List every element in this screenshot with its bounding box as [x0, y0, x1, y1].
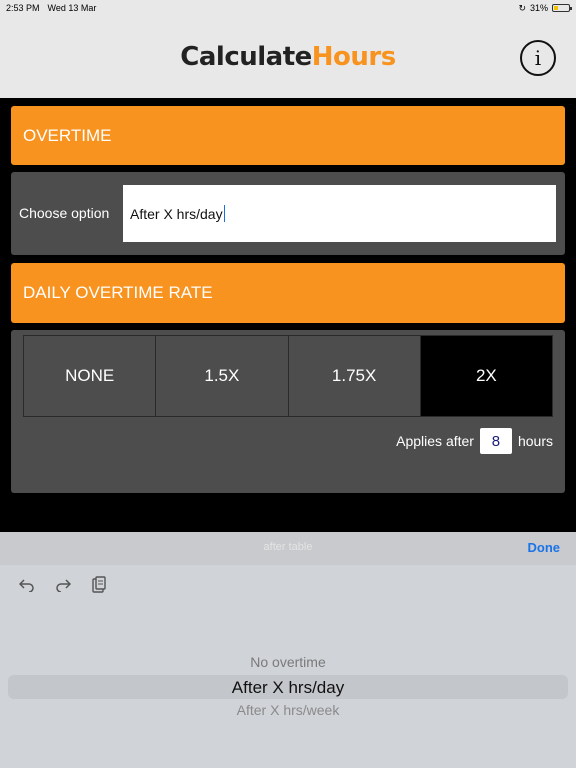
status-right: ↻ 31% [518, 2, 572, 14]
hours-unit-label: hours [517, 433, 553, 449]
applies-after-label: Applies after [396, 433, 474, 449]
daily-overtime-rate-header: DAILY OVERTIME RATE [11, 263, 565, 323]
daily-rate-panel: NONE 1.5X 1.75X 2X Applies after 8 hours [11, 330, 565, 493]
picker-item-no-overtime[interactable]: No overtime [0, 654, 576, 670]
picker-item-after-hrs-week[interactable]: After X hrs/week [0, 702, 576, 718]
status-date: Wed 13 Mar [47, 3, 97, 13]
picker-title: after table [263, 541, 313, 553]
overtime-option-field[interactable]: After X hrs/day [123, 185, 556, 242]
shortcut-bar [18, 575, 108, 595]
logo-part-hours: Hours [311, 42, 396, 72]
daily-overtime-rate-label: DAILY OVERTIME RATE [23, 283, 213, 302]
choose-option-label: Choose option [19, 205, 110, 221]
done-button[interactable]: Done [528, 540, 561, 555]
overtime-header: OVERTIME [11, 106, 565, 165]
rate-option-1-5x[interactable]: 1.5X [156, 336, 289, 416]
redo-icon[interactable] [54, 575, 72, 595]
rate-option-none[interactable]: NONE [24, 336, 157, 416]
rate-segmented-control: NONE 1.5X 1.75X 2X [23, 335, 553, 417]
overtime-header-label: OVERTIME [23, 125, 112, 145]
rate-option-2x[interactable]: 2X [420, 336, 552, 416]
status-bar: 2:53 PM Wed 13 Mar ↻ 31% [0, 0, 576, 16]
overtime-option-value: After X hrs/day [130, 205, 223, 222]
battery-fill [554, 6, 559, 10]
picker-toolbar: after table Done [0, 532, 576, 565]
picker-area: No overtime After X hrs/day After X hrs/… [0, 565, 576, 768]
text-caret [223, 205, 225, 222]
overtime-option-panel: Choose option After X hrs/day [11, 172, 565, 255]
rate-option-1-75x[interactable]: 1.75X [288, 336, 421, 416]
battery-percent: 31% [529, 3, 548, 13]
status-left: 2:53 PM Wed 13 Mar [6, 3, 96, 13]
info-icon: i [534, 46, 542, 70]
logo-part-calculate: Calculate [180, 42, 312, 72]
status-time: 2:53 PM [6, 3, 40, 13]
picker-item-after-hrs-day[interactable]: After X hrs/day [0, 678, 576, 698]
undo-icon[interactable] [18, 575, 36, 595]
applies-after-row: Applies after 8 hours [396, 428, 553, 454]
hours-input[interactable]: 8 [479, 428, 512, 454]
battery-icon [552, 4, 572, 12]
app-logo: CalculateHours [180, 42, 396, 72]
clipboard-icon[interactable] [90, 575, 108, 595]
rotation-lock-icon: ↻ [518, 2, 526, 13]
info-button[interactable]: i [520, 40, 556, 76]
nav-bar: CalculateHours i [0, 16, 576, 98]
